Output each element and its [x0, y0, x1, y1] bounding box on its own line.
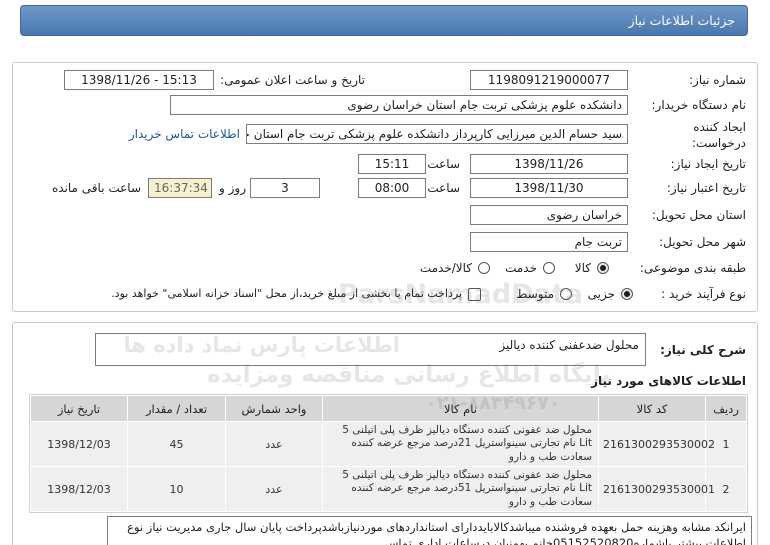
- created-time-label: ساعت: [427, 157, 460, 171]
- created-time-field: 15:11: [358, 154, 426, 174]
- process-option-minor[interactable]: جزیی: [588, 286, 633, 302]
- created-date-field: 1398/11/26: [470, 154, 628, 174]
- col-header-row-number: ردیف: [705, 395, 747, 422]
- process-option-medium[interactable]: متوسط: [516, 286, 572, 302]
- created-date-label: تاریخ ایجاد نیاز:: [670, 157, 746, 171]
- need-number-field: 1198091219000077: [470, 70, 628, 90]
- items-table: ردیف کد کالا نام کالا واحد شمارش تعداد /…: [29, 394, 748, 513]
- remaining-days-label: روز و: [219, 181, 246, 195]
- category-option-goods[interactable]: کالا: [575, 260, 609, 276]
- buyer-contact-link[interactable]: اطلاعات تماس خریدار: [129, 126, 240, 142]
- page-title: جزئیات اطلاعات نیاز: [628, 13, 735, 28]
- delivery-province-label: استان محل تحویل:: [651, 208, 746, 222]
- page-header-bar: جزئیات اطلاعات نیاز: [20, 5, 748, 36]
- items-section-title: اطلاعات کالاهای مورد نیاز: [591, 374, 746, 388]
- treasury-payment-option[interactable]: پرداخت تمام یا بخشی از مبلغ خرید،از محل …: [111, 286, 481, 302]
- col-header-quantity: تعداد / مقدار: [127, 395, 226, 422]
- announce-datetime-label: تاریخ و ساعت اعلان عمومی:: [220, 73, 365, 87]
- treasury-payment-checkbox[interactable]: [468, 287, 481, 301]
- creator-label-line2: درخواست:: [692, 136, 746, 150]
- process-minor-label: جزیی: [587, 287, 615, 301]
- buyer-notes-box: ایرانکد مشابه وهزینه حمل بعهده فروشنده م…: [107, 516, 752, 545]
- col-header-item-name: نام کالا: [322, 395, 599, 422]
- creator-label-line1: ایجاد کننده: [693, 120, 746, 134]
- cell-unit: عدد: [225, 421, 323, 467]
- col-header-item-code: کد کالا: [598, 395, 706, 422]
- description-box: محلول ضدعفنی کننده دیالیز: [95, 333, 646, 366]
- treasury-payment-label: پرداخت تمام یا بخشی از مبلغ خرید،از محل …: [111, 287, 462, 300]
- announce-datetime-field: 1398/11/26 - 15:13: [64, 70, 214, 90]
- cell-item-code: 2161300293530001: [598, 466, 715, 512]
- cell-need-date: 1398/12/03: [30, 466, 128, 512]
- delivery-city-field: تربت جام: [470, 232, 628, 252]
- category-goods-service-radio[interactable]: [478, 262, 490, 274]
- category-goods-radio[interactable]: [597, 262, 609, 274]
- remaining-time-field: 16:37:34: [148, 178, 212, 198]
- category-label: طبقه بندی موضوعی:: [639, 261, 746, 275]
- validity-time-label: ساعت: [427, 181, 460, 195]
- buyer-org-label: نام دستگاه خریدار:: [651, 98, 747, 112]
- remaining-days-field: 3: [250, 178, 320, 198]
- cell-quantity: 45: [127, 421, 226, 467]
- cell-quantity: 10: [127, 466, 226, 512]
- col-header-need-date: تاریخ نیاز: [30, 395, 128, 422]
- cell-item-name: محلول ضد عفونی کننده دستگاه دیالیز ظرف پ…: [322, 466, 599, 512]
- creator-field: سید حسام الدین میرزایی کارپرداز دانشکده …: [246, 124, 628, 144]
- validity-date-field: 1398/11/30: [470, 178, 628, 198]
- cell-item-name: محلول ضد عفونی کننده دستگاه دیالیز ظرف پ…: [322, 421, 599, 467]
- cell-unit: عدد: [225, 466, 323, 512]
- category-service-radio[interactable]: [543, 262, 555, 274]
- cell-need-date: 1398/12/03: [30, 421, 128, 467]
- col-header-unit: واحد شمارش: [225, 395, 323, 422]
- table-header-row: ردیف کد کالا نام کالا واحد شمارش تعداد /…: [30, 395, 747, 422]
- validity-date-label: تاریخ اعتبار نیاز:: [666, 181, 746, 195]
- process-medium-label: متوسط: [516, 287, 554, 301]
- need-number-label: شماره نیاز:: [689, 73, 746, 87]
- category-goods-label: کالا: [574, 261, 591, 275]
- delivery-city-label: شهر محل تحویل:: [659, 235, 746, 249]
- creator-label: ایجاد کننده درخواست:: [692, 119, 746, 151]
- cell-item-code: 2161300293530002: [598, 421, 715, 467]
- category-option-goods-service[interactable]: کالا/خدمت: [420, 260, 490, 276]
- description-label: شرح کلی نیاز:: [660, 343, 746, 357]
- category-option-service[interactable]: خدمت: [505, 260, 555, 276]
- process-minor-radio[interactable]: [621, 288, 633, 300]
- delivery-province-field: خراسان رضوی: [470, 205, 628, 225]
- remaining-time-label: ساعت باقی مانده: [51, 181, 141, 195]
- process-type-label: نوع فرآیند خرید :: [661, 287, 746, 301]
- category-goods-service-label: کالا/خدمت: [419, 261, 472, 275]
- buyer-org-field: دانشکده علوم پزشکی تربت جام استان خراسان…: [170, 95, 628, 115]
- table-row: 1 2161300293530002 محلول ضد عفونی کننده …: [30, 421, 747, 467]
- validity-time-field: 08:00: [358, 178, 426, 198]
- category-service-label: خدمت: [505, 261, 537, 275]
- process-medium-radio[interactable]: [560, 288, 572, 300]
- table-row: 2 2161300293530001 محلول ضد عفونی کننده …: [30, 466, 747, 512]
